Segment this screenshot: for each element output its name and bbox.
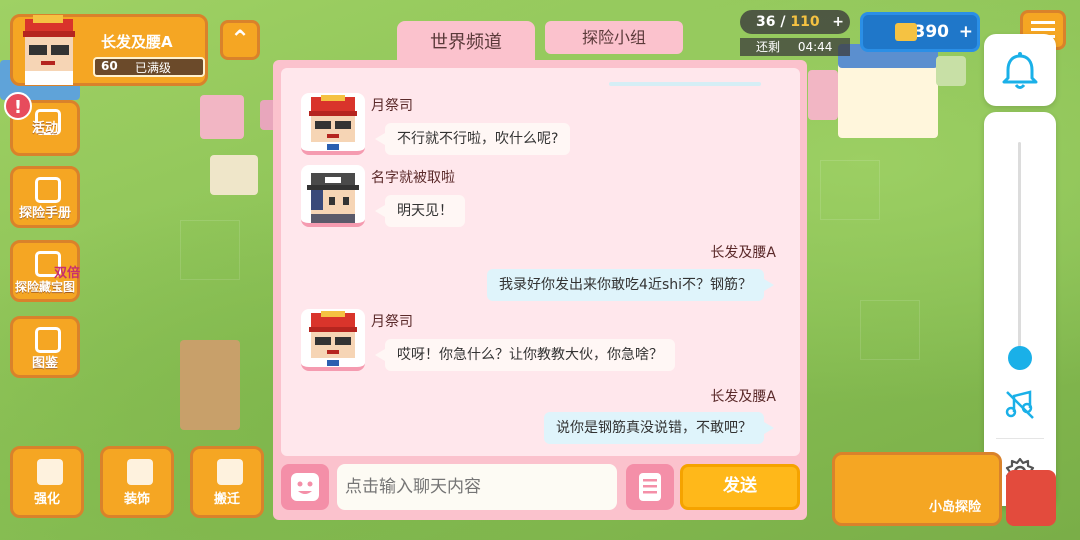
energy-counter: 36 / 110 + [740,10,850,34]
chat-message-list[interactable]: 月祭司 不行就不行啦，吹什么呢? 名字就被取啦 明天见！ 长发及腰A 我录好你发… [281,68,800,456]
volume-slider-knob[interactable] [1008,346,1032,370]
message-sender: 长发及腰A [710,389,776,405]
tab-team-label: 探险小组 [581,28,646,47]
island-explore-button[interactable]: 小岛探险 [832,452,1002,526]
decorate-button[interactable]: 装饰 [100,446,174,518]
settings-divider [996,438,1044,439]
message-text: 不行就不行啦，吹什么呢? [397,131,559,147]
relocate-button[interactable]: 搬迁 [190,446,264,518]
message-bubble: 明天见！ [375,195,465,227]
book-icon [35,327,61,353]
message-text: 说你是钢筋真没说错，不敢吧？ [556,420,752,436]
coin-counter[interactable]: 1,390 + [860,12,980,52]
adventure-handbook-button[interactable]: 探险手册 [10,166,80,228]
volume-slider-track[interactable] [1018,142,1021,357]
emoji-button[interactable] [281,464,329,510]
smiley-icon [291,473,319,501]
arrows-up-icon [37,459,63,485]
player-level-bar: 60 已满级 [93,57,205,77]
player-name: 长发及腰A [101,33,173,51]
move-icon [217,459,243,485]
quick-phrase-button[interactable] [626,464,674,510]
remain-label: 还剩 [756,40,781,54]
dark-hat-avatar[interactable] [301,165,365,227]
upgrade-button[interactable]: 强化 [10,446,84,518]
handbook-label: 探险手册 [18,206,71,221]
message-bubble: 哎呀！你急什么？让你教教大伙，你急啥？ [375,339,675,371]
energy-max: 110 [790,14,820,30]
energy-separator: / [775,14,791,30]
message-bubble: 说你是钢筋真没说错，不敢吧？ [544,412,774,444]
decorate-label: 装饰 [123,492,150,507]
handbook-icon [35,177,61,203]
message-sender: 月祭司 [371,314,413,330]
player-avatar [17,15,81,87]
player-level-status: 已满级 [135,61,172,75]
message-text: 我录好你发出来你敢吃4近shi不？钢筋？ [499,277,752,293]
add-energy-icon[interactable]: + [832,10,844,34]
double-reward-tag: 双倍 [54,266,81,281]
red-hat-avatar[interactable] [301,93,365,155]
music-muted-icon[interactable] [1004,388,1036,420]
chat-input[interactable] [337,464,617,510]
message-bubble: 我录好你发出来你敢吃4近shi不？钢筋？ [487,269,774,301]
message-text: 明天见！ [397,203,453,219]
message-sender: 名字就被取啦 [371,170,455,186]
list-icon [639,473,661,501]
collection-label: 图鉴 [31,356,58,371]
collection-button[interactable]: 图鉴 [10,316,80,378]
red-action-button[interactable] [1006,470,1056,526]
red-hat-avatar[interactable] [301,309,365,371]
send-label: 发送 [723,476,757,496]
island-explore-label: 小岛探险 [928,500,981,515]
tab-world-label: 世界频道 [430,32,502,53]
add-coin-icon[interactable]: + [959,15,973,49]
send-button[interactable]: 发送 [680,464,800,510]
coin-icon [895,23,917,41]
energy-timer: 还剩 04:44 [740,38,850,56]
scroll-indicator [609,82,761,86]
message-text: 哎呀！你急什么？让你教教大伙，你急啥？ [397,347,663,363]
message-sender: 长发及腰A [710,245,776,261]
blocks-icon [127,459,153,485]
tab-team-chat[interactable]: 探险小组 [545,21,683,54]
relocate-label: 搬迁 [213,492,240,507]
message-bubble: 不行就不行啦，吹什么呢? [374,123,571,155]
message-sender: 月祭司 [371,98,413,114]
activity-label: 活动 [31,121,58,136]
bell-icon [1002,52,1038,89]
player-level: 60 [101,59,118,73]
alert-badge-icon: ! [4,92,32,120]
collapse-up-button[interactable]: ⌃ [220,20,260,60]
remain-time: 04:44 [797,40,833,54]
player-profile-card[interactable]: 长发及腰A 60 已满级 [10,14,208,86]
energy-current: 36 [756,14,776,30]
settings-panel [984,112,1056,506]
chevron-up-icon: ⌃ [229,25,251,53]
upgrade-label: 强化 [33,492,60,507]
notification-button[interactable] [984,34,1056,106]
tab-world-chat[interactable]: 世界频道 [397,21,535,69]
